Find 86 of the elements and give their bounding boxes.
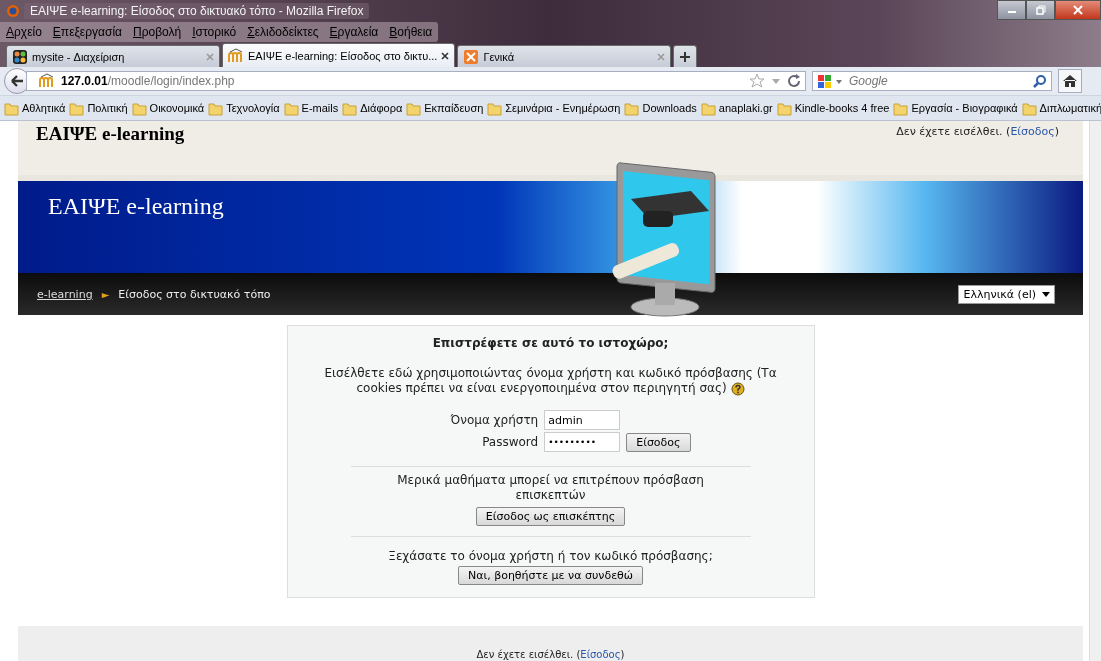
minimize-button[interactable] — [997, 0, 1026, 20]
menu-item[interactable]: Επεξεργασία — [52, 25, 122, 39]
folder-icon — [208, 100, 224, 116]
guest-access-text: Μερικά μαθήματα μπορεί να επιτρέπουν πρόσβαση επισκεπτών — [396, 473, 705, 503]
m-logo-icon — [228, 47, 244, 64]
bookmark-folder[interactable]: Πολιτική — [69, 100, 128, 116]
close-button[interactable] — [1055, 0, 1101, 20]
login-instructions: Εισέλθετε εδώ χρησιμοποιώντας όνομα χρήστη και κωδικό πρόσβασης (Τα cookies πρέπει να είναι ενεργοποιημένα στον περιηγητή σας) — [323, 366, 778, 396]
search-icon[interactable] — [1033, 74, 1047, 88]
password-field[interactable]: ••••••••• — [544, 432, 621, 452]
folder-icon — [776, 100, 792, 116]
folder-icon — [1021, 100, 1037, 116]
bookmark-folder[interactable]: Kindle-books 4 free — [776, 100, 890, 116]
folder-icon — [406, 100, 422, 116]
menu-item[interactable]: Εργαλεία — [329, 25, 379, 39]
reload-icon[interactable] — [787, 74, 801, 88]
caret-icon — [1042, 290, 1050, 298]
menu-item[interactable]: Ιστορικό — [192, 25, 237, 39]
bookmark-folder[interactable]: Διάφορα — [342, 100, 403, 116]
folder-icon — [131, 100, 147, 116]
home-button[interactable] — [1058, 69, 1082, 93]
folder-icon — [893, 100, 909, 116]
menu-item[interactable]: Αρχείο — [6, 25, 42, 39]
bookmark-folder[interactable]: Αθλητικά — [4, 100, 66, 116]
password-label: Password — [481, 435, 539, 449]
bookmark-folder[interactable]: Σεμινάρια - Ενημέρωση — [487, 100, 621, 116]
breadcrumb-separator: ► — [101, 288, 110, 300]
restore-icon — [1035, 5, 1046, 15]
folder-icon — [69, 100, 85, 116]
banner-title: ΕΑΙΨΕ e-learning — [48, 193, 224, 220]
breadcrumb-current: Είσοδος στο δικτυακό τόπο — [118, 287, 271, 301]
bookmark-folder[interactable]: Downloads — [624, 100, 697, 116]
bookmark-folder[interactable]: anaplaki.gr — [700, 100, 773, 116]
folder-icon — [624, 100, 640, 116]
help-icon[interactable] — [730, 381, 745, 396]
x-logo-icon — [463, 48, 480, 65]
forgot-password-text: Ξεχάσατε το όνομα χρήστη ή τον κωδικό πρόσβασης; — [388, 549, 713, 563]
search-bar[interactable]: Google — [812, 71, 1052, 91]
login-status-text: Δεν έχετε εισέλθει. (Είσοδος) — [476, 649, 625, 660]
address-bar[interactable]: 127.0.01/moodle/login/index.php — [26, 71, 806, 91]
url-path: /moodle/login/index.php — [107, 74, 235, 88]
search-input[interactable]: Google — [847, 73, 1029, 89]
folder-icon — [342, 100, 358, 116]
home-icon — [1062, 73, 1078, 89]
folder-icon — [283, 100, 299, 116]
new-tab-button[interactable] — [673, 45, 698, 67]
browser-tab[interactable]: mysite - Διαχείριση — [6, 45, 220, 67]
scrollbar[interactable] — [1089, 121, 1101, 661]
search-engine-icon[interactable] — [817, 73, 832, 89]
login-link[interactable]: Είσοδος — [580, 649, 621, 660]
menu-item[interactable]: Προβολή — [133, 25, 182, 39]
site-name[interactable]: ΕΑΙΨΕ e-learning — [36, 123, 185, 145]
back-arrow-icon — [10, 74, 24, 88]
bookmark-folder[interactable]: E-mails — [283, 100, 339, 116]
bookmark-folder[interactable]: Διπλωματική — [1021, 100, 1101, 116]
login-heading: Επιστρέφετε σε αυτό το ιστοχώρο; — [432, 336, 669, 350]
bookmark-folder[interactable]: Εργασία - Βιογραφικά — [893, 100, 1018, 116]
forgot-password-button[interactable]: Ναι, βοηθήστε με να συνδεθώ — [457, 566, 644, 585]
guest-login-button[interactable]: Είσοδος ως επισκέπτης — [475, 507, 626, 526]
tab-close-icon[interactable] — [441, 51, 450, 60]
browser-tab[interactable]: Γενικά — [457, 45, 672, 67]
folder-icon — [4, 100, 19, 116]
bookmark-folder[interactable]: Οικονομικά — [131, 100, 205, 116]
language-select[interactable]: Ελληνικά (el) — [957, 284, 1055, 304]
breadcrumb-link[interactable]: e-learning — [37, 287, 93, 301]
star-icon[interactable] — [749, 73, 765, 89]
bookmark-folder[interactable]: Τεχνολογία — [208, 100, 280, 116]
caret-icon[interactable] — [836, 77, 843, 85]
menu-item[interactable]: Βοήθεια — [389, 25, 433, 39]
url-host: 127.0.01 — [61, 74, 108, 88]
folder-icon — [487, 100, 503, 116]
login-status-text: Δεν έχετε εισέλθει. (Είσοδος) — [896, 124, 1059, 138]
login-button[interactable]: Είσοδος — [626, 432, 691, 452]
bookmark-folder[interactable]: Εκπαίδευση — [406, 100, 484, 116]
maximize-button[interactable] — [1026, 0, 1055, 20]
folder-icon — [700, 100, 716, 116]
browser-tab[interactable]: ΕΑΙΨΕ e-learning: Είσοδος στο δικτυ... — [222, 43, 456, 67]
plus-icon — [679, 50, 692, 63]
username-field[interactable]: admin — [544, 410, 621, 430]
window-title: ΕΑΙΨΕ e-learning: Είσοδος στο δικτυακό τόπο - Mozilla Firefox — [24, 3, 370, 19]
login-link[interactable]: Είσοδος — [1010, 125, 1055, 138]
firefox-logo-icon — [6, 4, 20, 18]
username-label: Όνομα χρήστη — [450, 413, 539, 427]
m-logo-icon — [39, 73, 55, 89]
close-icon — [1073, 5, 1083, 15]
menu-item[interactable]: Σελιδοδείκτες — [247, 25, 319, 39]
